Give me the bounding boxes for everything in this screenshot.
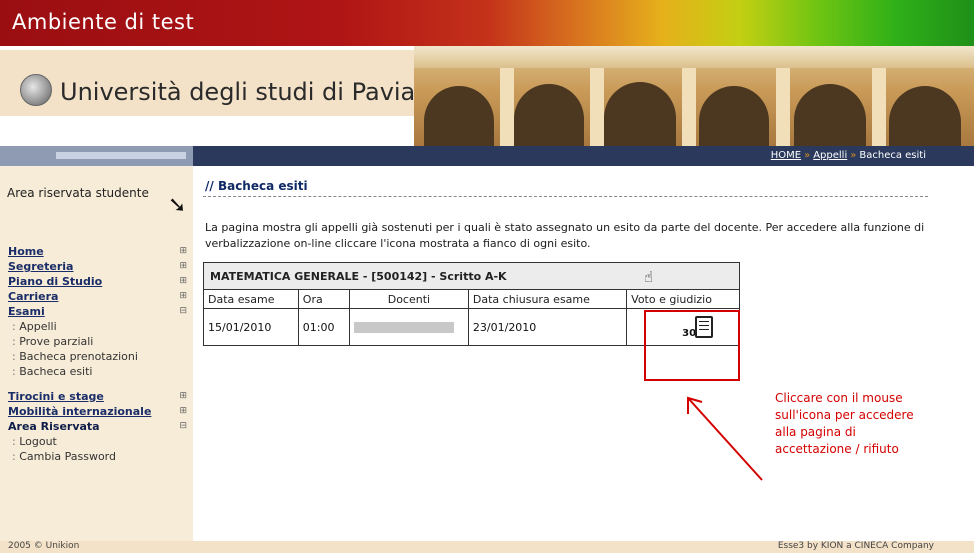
redacted-docente <box>353 322 454 333</box>
university-seal-logo <box>20 74 52 106</box>
sidebar-item-cambia-password[interactable]: Cambia Password <box>0 449 193 464</box>
breadcrumb: HOME» Appelli» Bacheca esiti <box>770 150 926 161</box>
col-voto: Voto e giudizio <box>626 289 740 309</box>
sidebar: Area riservata studente ➘ Home ⊞ Segreter… <box>0 166 193 541</box>
expand-icon: ⊞ <box>179 261 187 271</box>
col-docenti: Docenti <box>348 289 469 309</box>
expand-icon: ⊞ <box>179 391 187 401</box>
course-title: MATEMATICA GENERALE - [500142] - Scritto… <box>210 269 507 283</box>
footer-credit: Esse3 by KION a CINECA Company <box>777 541 934 551</box>
sidebar-item-segreteria[interactable]: Segreteria ⊞ <box>0 259 193 274</box>
divider <box>203 196 928 197</box>
footer: 2005 © Unikion Esse3 by KION a CINECA Co… <box>0 541 974 553</box>
course-header: MATEMATICA GENERALE - [500142] - Scritto… <box>203 262 740 290</box>
sidebar-item-bacheca-esiti[interactable]: Bacheca esiti <box>0 364 193 379</box>
expand-icon: ⊞ <box>179 246 187 256</box>
cell-data-esame: 15/01/2010 <box>203 308 299 346</box>
footer-copyright: 2005 © Unikion <box>8 541 80 551</box>
collapse-icon: ⊟ <box>179 306 187 316</box>
test-environment-banner: Ambiente di test <box>0 0 974 46</box>
sidebar-item-bacheca-prenotazioni[interactable]: Bacheca prenotazioni <box>0 349 193 364</box>
university-courtyard-photo <box>414 46 974 146</box>
expand-icon: ⊞ <box>179 406 187 416</box>
sidebar-item-piano-di-studio[interactable]: Piano di Studio ⊞ <box>0 274 193 289</box>
main-content: // Bacheca esiti La pagina mostra gli ap… <box>193 166 974 541</box>
nav-bar-left <box>0 146 193 166</box>
area-title: Area riservata studente <box>7 186 149 200</box>
highlight-box <box>644 310 740 381</box>
breadcrumb-appelli-link[interactable]: Appelli <box>813 150 847 161</box>
annotation-arrow-icon <box>687 396 763 481</box>
expand-icon: ⊞ <box>179 291 187 301</box>
sidebar-item-logout[interactable]: Logout <box>0 434 193 449</box>
col-data-esame: Data esame <box>203 289 299 309</box>
collapse-icon: ⊟ <box>179 421 187 431</box>
sidebar-item-mobilita[interactable]: Mobilità internazionale ⊞ <box>0 404 193 419</box>
expand-icon: ⊞ <box>179 276 187 286</box>
cell-docenti <box>348 308 469 346</box>
sidebar-item-tirocini-stage[interactable]: Tirocini e stage ⊞ <box>0 389 193 404</box>
sidebar-item-carriera[interactable]: Carriera ⊞ <box>0 289 193 304</box>
sidebar-item-home[interactable]: Home ⊞ <box>0 244 193 259</box>
intro-text: La pagina mostra gli appelli già sostenu… <box>205 221 925 250</box>
page-title: // Bacheca esiti <box>205 179 308 193</box>
university-name: Università degli studi di Pavia <box>60 78 416 106</box>
table-header-row: Data esame Ora Docenti Data chiusura esa… <box>203 289 740 309</box>
arrow-down-right-icon: ➘ <box>168 193 187 218</box>
pointer-hand-icon: ☝ <box>644 268 654 286</box>
annotation-callout: Cliccare con il mouse sull'icona per acc… <box>775 391 914 456</box>
nav-bar: HOME» Appelli» Bacheca esiti <box>193 146 974 166</box>
breadcrumb-current: Bacheca esiti <box>859 150 926 161</box>
sidebar-item-appelli[interactable]: Appelli <box>0 319 193 334</box>
sidebar-item-esami[interactable]: Esami ⊟ <box>0 304 193 319</box>
sidebar-menu: Home ⊞ Segreteria ⊞ Piano di Studio ⊞ Carri… <box>0 244 193 464</box>
breadcrumb-home-link[interactable]: HOME <box>771 150 801 161</box>
cell-data-chiusura: 23/01/2010 <box>467 308 628 346</box>
col-ora: Ora <box>297 289 350 309</box>
sidebar-item-area-riservata[interactable]: Area Riservata ⊟ <box>0 419 193 434</box>
sidebar-item-prove-parziali[interactable]: Prove parziali <box>0 334 193 349</box>
banner-title: Ambiente di test <box>12 10 195 34</box>
cell-ora: 01:00 <box>297 308 350 346</box>
col-data-chiusura: Data chiusura esame <box>467 289 628 309</box>
